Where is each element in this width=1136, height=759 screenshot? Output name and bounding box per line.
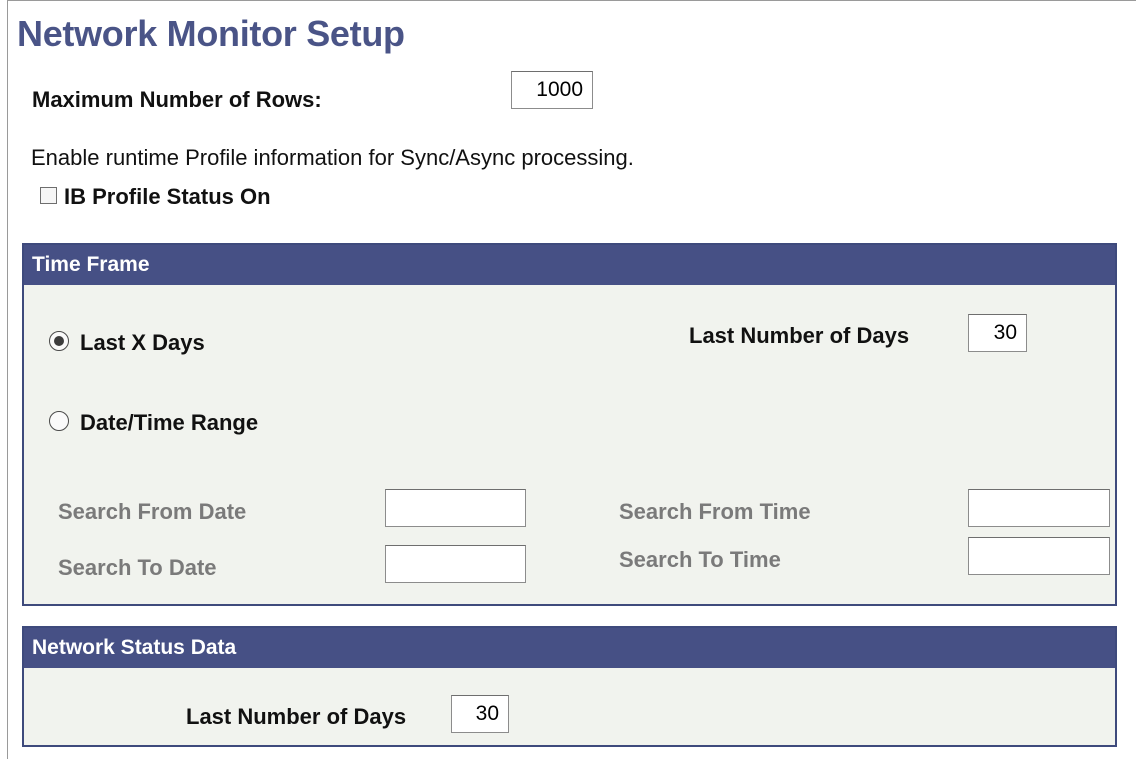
date-time-range-radio[interactable]	[49, 411, 69, 431]
page-frame-left-border	[7, 0, 8, 759]
max-rows-label: Maximum Number of Rows:	[32, 87, 322, 112]
last-number-of-days-label: Last Number of Days	[689, 323, 910, 348]
search-from-time-input[interactable]	[968, 489, 1110, 527]
last-x-days-radio[interactable]	[49, 331, 69, 351]
date-time-range-label: Date/Time Range	[80, 410, 259, 435]
ib-profile-status-checkbox[interactable]	[40, 187, 57, 204]
search-to-date-label: Search To Date	[58, 555, 217, 580]
ib-profile-status-label: IB Profile Status On	[64, 184, 271, 209]
search-to-time-label: Search To Time	[619, 547, 781, 572]
page-title: Network Monitor Setup	[17, 13, 405, 54]
network-status-header: Network Status Data	[24, 628, 1115, 668]
network-last-number-of-days-input[interactable]: 30	[451, 695, 509, 733]
network-last-number-of-days-label: Last Number of Days	[186, 704, 407, 729]
profile-description: Enable runtime Profile information for S…	[31, 145, 634, 170]
search-from-date-label: Search From Date	[58, 499, 247, 524]
search-to-time-input[interactable]	[968, 537, 1110, 575]
max-rows-input[interactable]: 1000	[511, 71, 593, 109]
radio-selected-dot	[54, 336, 64, 346]
search-from-date-input[interactable]	[385, 489, 526, 527]
time-frame-header: Time Frame	[24, 245, 1115, 285]
page-frame-top-border	[7, 0, 1136, 1]
last-x-days-label: Last X Days	[80, 330, 205, 355]
search-from-time-label: Search From Time	[619, 499, 811, 524]
last-number-of-days-input[interactable]: 30	[968, 314, 1027, 352]
search-to-date-input[interactable]	[385, 545, 526, 583]
